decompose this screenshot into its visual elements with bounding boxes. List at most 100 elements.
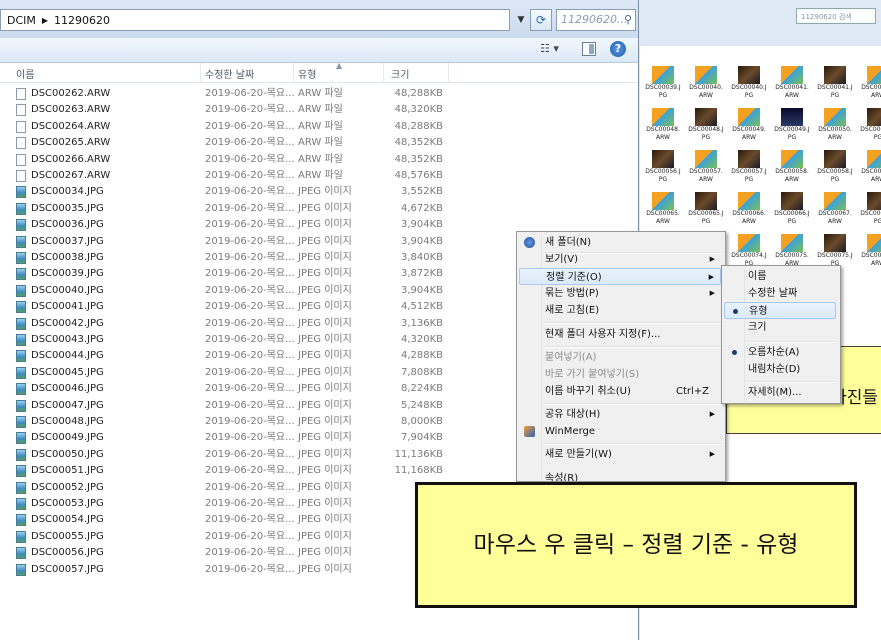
column-divider[interactable] <box>293 63 294 82</box>
preview-pane-button[interactable] <box>582 42 596 56</box>
thumbnail-item[interactable]: DSC00040.J PG <box>730 66 768 100</box>
menu-share-with[interactable]: 공유 대상(H) ▶ <box>519 406 721 423</box>
thumbnail-item[interactable]: DSC00041.J PG <box>816 66 854 100</box>
thumbnail-item[interactable]: DSC00039.J PG <box>644 66 682 100</box>
menu-view[interactable]: 보기(V) ▶ <box>519 251 721 268</box>
thumbnail-item[interactable]: DSC00074.J PG <box>730 234 768 268</box>
file-row[interactable]: DSC00034.JPG 2019-06-20-목요... JPEG 이미지 3,55… <box>0 184 620 200</box>
thumbnail-item[interactable]: DSC00050.J PG <box>859 108 881 142</box>
thumbnail-image <box>867 150 881 168</box>
menu-sort-by[interactable]: 정렬 기준(O) ▶ <box>519 268 721 285</box>
thumbnail-item[interactable]: DSC00050. ARW <box>816 108 854 142</box>
menu-winmerge[interactable]: WinMerge <box>519 423 721 440</box>
jpeg-file-icon <box>16 563 26 576</box>
address-bar[interactable]: DCIM ▶ 11290620 <box>0 9 510 31</box>
thumbnail-item[interactable]: DSC00075.J PG <box>816 234 854 268</box>
menu-properties[interactable]: 속성(R) <box>519 470 721 481</box>
thumbnail-item[interactable]: DSC00067. ARW <box>816 192 854 226</box>
thumbnail-label: DSC00039.J PG <box>645 84 681 99</box>
menu-new-folder[interactable]: 새 폴더(N) <box>519 234 721 251</box>
file-row[interactable]: DSC00265.ARW 2019-06-20-목요... ARW 파일 48,352… <box>0 135 620 151</box>
thumbnail-item[interactable]: DSC00076. ARW <box>859 234 881 268</box>
thumbnail-item[interactable]: DSC00066.J PG <box>773 192 811 226</box>
thumbnail-image <box>652 108 674 126</box>
menu-refresh[interactable]: 새로 고침(E) <box>519 302 721 319</box>
menu-new[interactable]: 새로 만들기(W) ▶ <box>519 446 721 463</box>
menu-separator <box>544 346 721 348</box>
file-date: 2019-06-20-목요... <box>205 448 295 460</box>
thumbnail-item[interactable]: DSC00059. ARW <box>859 150 881 184</box>
thumbnail-item[interactable]: DSC00067.J PG <box>859 192 881 226</box>
sort-by-size[interactable]: 크기 <box>724 319 836 336</box>
sort-by-type[interactable]: 유형 <box>724 302 836 319</box>
column-size[interactable]: 크기 <box>391 66 409 81</box>
menu-customize-folder[interactable]: 현재 폴더 사용자 지정(F)... <box>519 326 721 343</box>
sort-by-name[interactable]: 이름 <box>724 268 836 285</box>
thumbnail-item[interactable]: DSC00075. ARW <box>773 234 811 268</box>
file-name: DSC00053.JPG <box>31 498 104 509</box>
column-divider[interactable] <box>448 63 449 82</box>
thumbnail-item[interactable]: DSC00057.J PG <box>730 150 768 184</box>
sort-ascending-icon: ▲ <box>336 61 343 70</box>
thumbnail-item[interactable]: DSC00057. ARW <box>687 150 725 184</box>
sort-by-date[interactable]: 수정한 날짜 <box>724 285 836 302</box>
thumbnail-item[interactable]: DSC00049.J PG <box>773 108 811 142</box>
file-type: JPEG 이미지 <box>298 350 352 362</box>
jpeg-file-icon <box>16 383 26 396</box>
sort-descending[interactable]: 내림차순(D) <box>724 361 836 378</box>
file-type: ARW 파일 <box>298 137 343 149</box>
menu-group-by[interactable]: 묶는 방법(P) ▶ <box>519 285 721 302</box>
file-date: 2019-06-20-목요... <box>205 563 295 575</box>
thumbnail-item[interactable]: DSC00048.J PG <box>687 108 725 142</box>
thumbnail-item[interactable]: DSC00049. ARW <box>730 108 768 142</box>
file-row[interactable]: DSC00263.ARW 2019-06-20-목요... ARW 파일 48,320… <box>0 102 620 118</box>
thumbnail-item[interactable]: DSC00056.J PG <box>644 150 682 184</box>
search-icon[interactable]: ⚲ <box>624 10 632 30</box>
jpeg-file-icon <box>16 481 26 494</box>
file-icon <box>16 170 26 182</box>
column-divider[interactable] <box>200 63 201 82</box>
help-icon[interactable]: ? <box>610 41 626 57</box>
file-date: 2019-06-20-목요... <box>205 202 295 214</box>
thumbnail-item[interactable]: DSC00058. ARW <box>773 150 811 184</box>
file-type: JPEG 이미지 <box>298 465 352 477</box>
file-row[interactable]: DSC00266.ARW 2019-06-20-목요... ARW 파일 48,352… <box>0 152 620 168</box>
thumbnail-item[interactable]: DSC00065.J PG <box>687 192 725 226</box>
thumbnail-item[interactable]: DSC00058.J PG <box>816 150 854 184</box>
thumbnail-item[interactable]: DSC00065. ARW <box>644 192 682 226</box>
view-options-button[interactable]: ☷ ▾ <box>540 42 570 58</box>
thumbnail-item[interactable]: DSC00041. ARW <box>773 66 811 100</box>
thumbnail-item[interactable]: DSC00048. ARW <box>644 108 682 142</box>
sort-ascending[interactable]: 오름차순(A) <box>724 344 836 361</box>
column-date[interactable]: 수정한 날짜 <box>205 66 254 81</box>
sort-more[interactable]: 자세히(M)... <box>724 384 836 401</box>
menu-label: 새로 고침(E) <box>545 305 600 316</box>
file-name: DSC00045.JPG <box>31 366 104 378</box>
file-date: 2019-06-20-목요... <box>205 383 295 395</box>
thumbnail-item[interactable]: DSC00066. ARW <box>730 192 768 226</box>
thumbnail-label: DSC00042. ARW <box>861 84 881 99</box>
breadcrumb-dcim[interactable]: DCIM <box>7 14 36 27</box>
menu-paste[interactable]: 붙여넣기(A) <box>519 349 721 366</box>
thumbnail-item[interactable]: DSC00042. ARW <box>859 66 881 100</box>
background-search-box[interactable]: 11290620 검색 <box>796 8 876 24</box>
file-size: 48,288KB <box>394 120 443 132</box>
file-row[interactable]: DSC00035.JPG 2019-06-20-목요... JPEG 이미지 4,67… <box>0 201 620 217</box>
column-type[interactable]: 유형 <box>298 66 316 81</box>
breadcrumb-current[interactable]: 11290620 <box>54 14 110 27</box>
thumbnail-image <box>867 192 881 210</box>
search-input[interactable]: 11290620... ⚲ <box>556 9 636 31</box>
file-row[interactable]: DSC00264.ARW 2019-06-20-목요... ARW 파일 48,288… <box>0 119 620 135</box>
thumbnail-item[interactable]: DSC00040. ARW <box>687 66 725 100</box>
breadcrumb-arrow-icon[interactable]: ▶ <box>42 16 48 25</box>
file-row[interactable]: DSC00267.ARW 2019-06-20-목요... ARW 파일 48,576… <box>0 168 620 184</box>
address-dropdown-icon[interactable]: ▼ <box>514 12 528 28</box>
menu-paste-shortcut[interactable]: 바로 가기 붙여넣기(S) <box>519 366 721 383</box>
file-row[interactable]: DSC00262.ARW 2019-06-20-목요... ARW 파일 48,288… <box>0 86 620 102</box>
menu-undo-rename[interactable]: 이름 바꾸기 취소(U) Ctrl+Z <box>519 383 721 400</box>
thumbnail-label: DSC00040.J PG <box>731 84 767 99</box>
refresh-button[interactable]: ⟳ <box>530 9 552 31</box>
column-divider[interactable] <box>383 63 384 82</box>
column-name[interactable]: 이름 <box>16 66 34 81</box>
file-size: 48,352KB <box>394 153 443 165</box>
